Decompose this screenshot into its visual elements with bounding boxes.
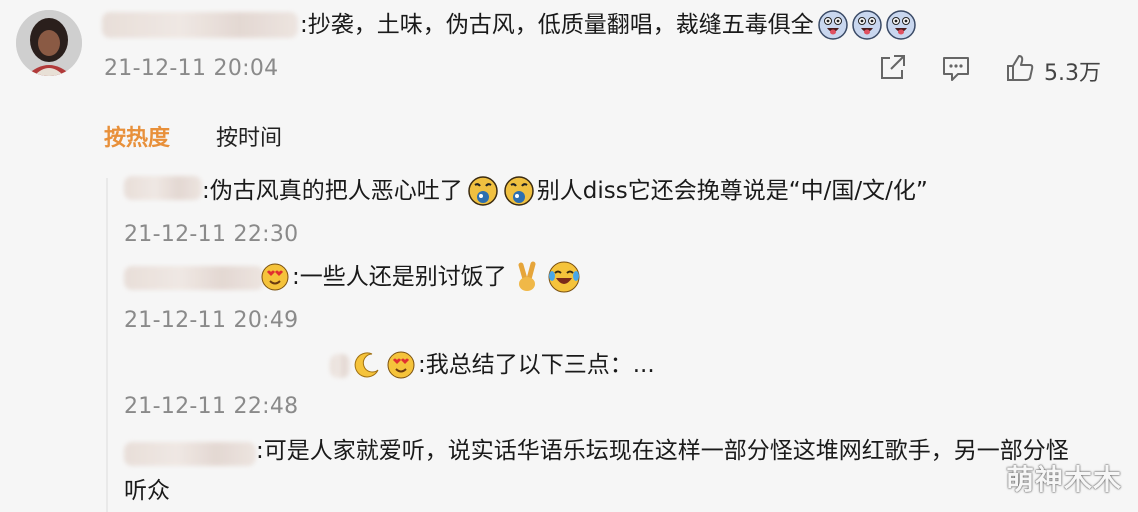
share-icon — [876, 52, 908, 90]
moon-emoji-icon — [352, 350, 382, 380]
vomit-emoji-icon — [467, 175, 499, 207]
reply-text: :我总结了以下三点：... — [418, 352, 655, 378]
reply-item: :一些人还是别讨饭了 — [260, 260, 581, 294]
reply-item: :伪古风真的把人恶心吐了 别人diss它还会挽尊说是“中/国/文/化” — [202, 174, 928, 208]
victory-hand-emoji-icon — [511, 261, 543, 293]
reply-text: :可是人家就爱听，说实话华语乐坛现在这样一部分怪这堆网红歌手，另一部分怪 — [256, 438, 1069, 464]
tab-sort-by-time[interactable]: 按时间 — [216, 120, 282, 152]
avatar[interactable] — [16, 10, 82, 76]
reply-timestamp: 21-12-11 20:49 — [124, 308, 299, 333]
username-blurred[interactable] — [330, 354, 350, 378]
username-blurred[interactable] — [124, 176, 202, 200]
like-button[interactable]: 5.3万 — [1004, 55, 1101, 87]
like-count: 5.3万 — [1044, 61, 1101, 86]
watermark: 萌神木木 — [1005, 463, 1122, 496]
username-blurred[interactable] — [124, 266, 264, 290]
comment-icon — [940, 52, 972, 90]
grinning-tongue-emoji-icon — [886, 10, 916, 40]
grinning-tongue-emoji-icon — [852, 10, 882, 40]
main-comment-text: :抄袭，土味，伪古风，低质量翻唱，裁缝五毒俱全 — [300, 12, 814, 38]
heart-eyes-emoji-icon — [386, 350, 416, 380]
laughing-tears-emoji-icon — [547, 260, 581, 294]
heart-eyes-emoji-icon — [260, 262, 290, 292]
grinning-tongue-emoji-icon — [818, 10, 848, 40]
username-blurred[interactable] — [124, 442, 256, 466]
main-comment: :抄袭，土味，伪古风，低质量翻唱，裁缝五毒俱全 — [300, 8, 916, 42]
reply-thread-rule — [106, 178, 108, 512]
thumbs-up-icon — [1004, 52, 1036, 90]
tab-sort-by-hot[interactable]: 按热度 — [104, 120, 170, 152]
share-button[interactable] — [876, 55, 908, 87]
reply-item: :可是人家就爱听，说实话华语乐坛现在这样一部分怪这堆网红歌手，另一部分怪 — [256, 434, 1069, 468]
reply-item-line2: 听众 — [124, 474, 170, 508]
reply-text: :一些人还是别讨饭了 — [292, 264, 507, 290]
reply-text-continued: 别人diss它还会挽尊说是“中/国/文/化” — [536, 178, 928, 204]
comment-button[interactable] — [940, 55, 972, 87]
reply-timestamp: 21-12-11 22:30 — [124, 222, 299, 247]
reply-timestamp: 21-12-11 22:48 — [124, 394, 299, 419]
reply-item: :我总结了以下三点：... — [352, 348, 655, 382]
reply-text: :伪古风真的把人恶心吐了 — [202, 178, 463, 204]
main-comment-timestamp: 21-12-11 20:04 — [104, 56, 279, 81]
username-blurred[interactable] — [102, 12, 298, 38]
reply-text-line2: 听众 — [124, 478, 170, 504]
vomit-emoji-icon — [503, 175, 535, 207]
